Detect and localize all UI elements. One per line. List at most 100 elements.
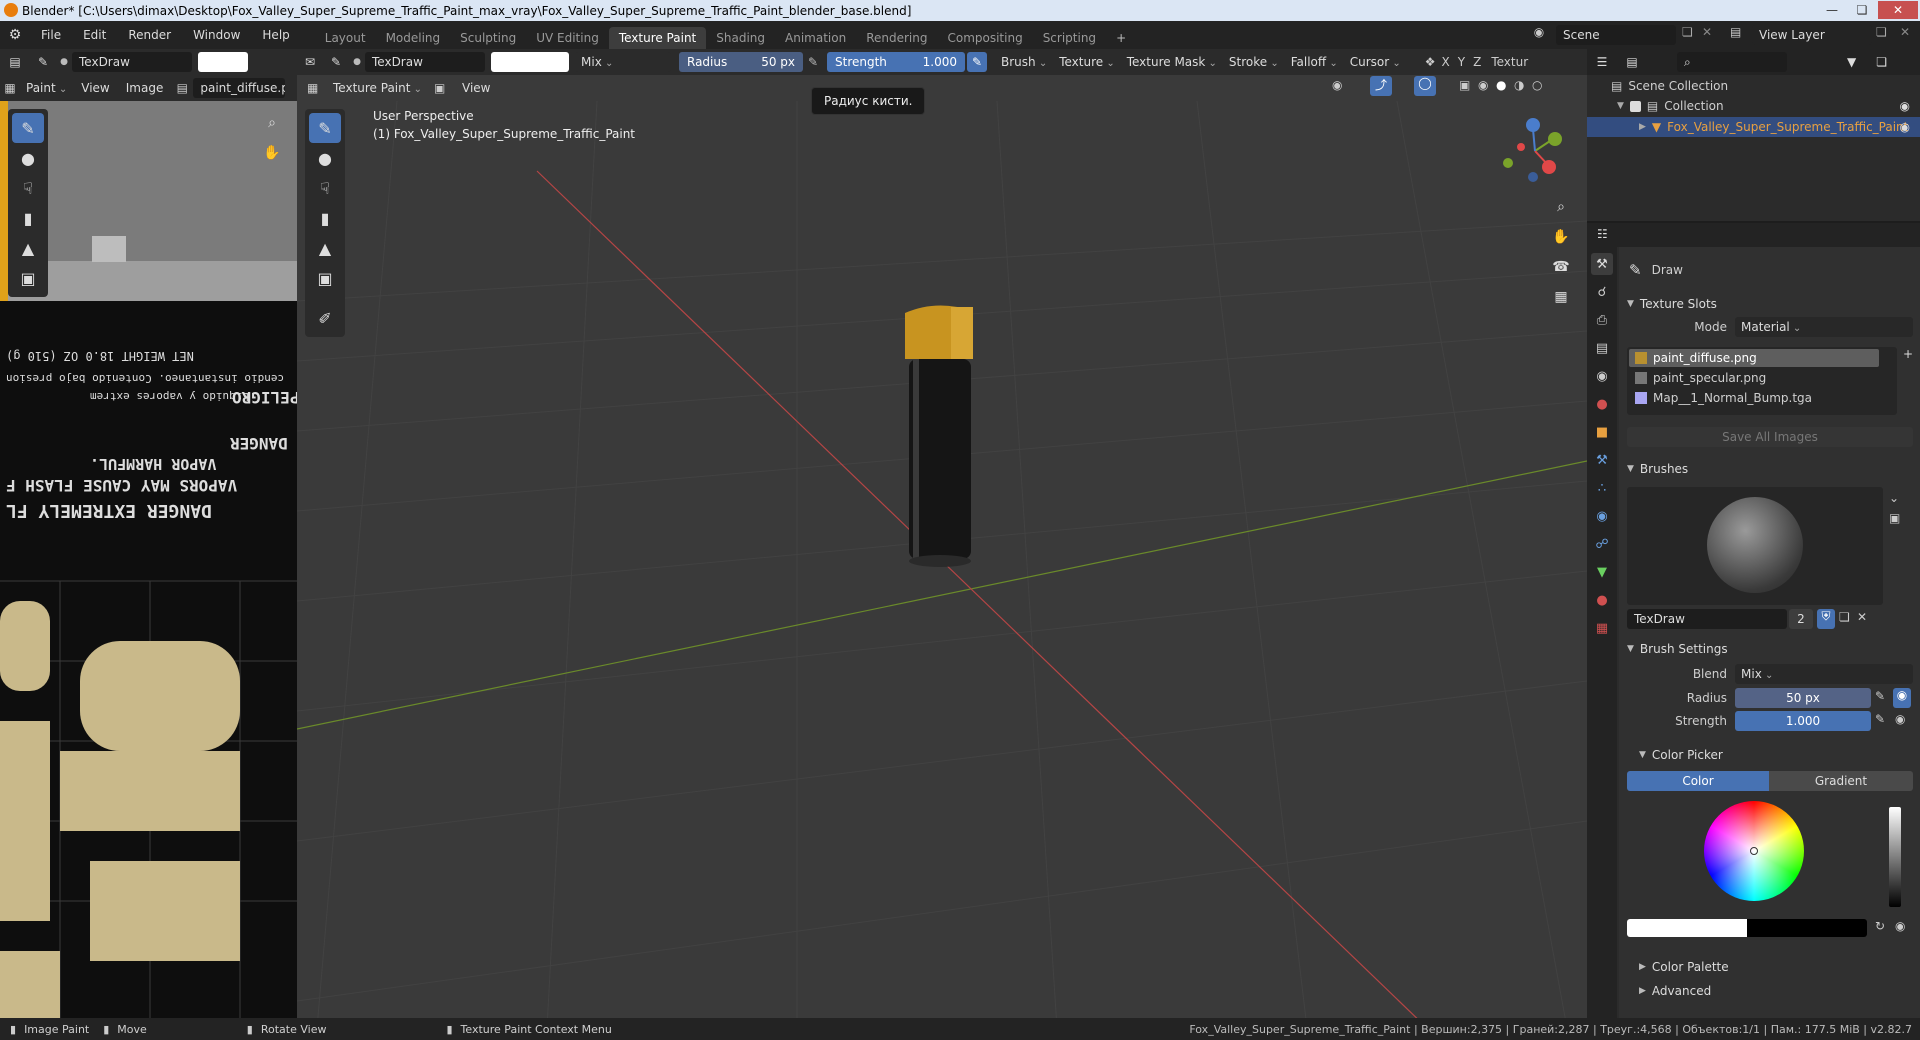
visibility-icon[interactable]: ◉ (1332, 78, 1342, 92)
brush-preview-box[interactable] (1627, 487, 1883, 605)
collapse-arrow-icon[interactable]: ▼ (1617, 101, 1624, 111)
editor-type-icon[interactable]: ▤ (0, 55, 30, 69)
unlink-brush-icon[interactable]: ✕ (1857, 610, 1867, 624)
color-picker-subpanel-header[interactable]: ▼ Color Picker (1631, 743, 1920, 767)
data-tab-icon[interactable]: ▼ (1591, 561, 1613, 583)
brush-color-swatch[interactable] (198, 52, 248, 72)
radius-unit-icon[interactable]: ◉ (1893, 688, 1911, 708)
gizmo-toggle-icon[interactable]: ⤴ (1370, 76, 1392, 96)
draw-brush-tool-icon[interactable]: ✎ (12, 113, 44, 143)
tab-scripting[interactable]: Scripting (1033, 27, 1106, 49)
value-slider[interactable] (1889, 807, 1901, 907)
axis-y-toggle[interactable]: Y (1458, 55, 1465, 69)
new-collection-icon[interactable]: ❏ (1876, 55, 1887, 69)
view-layer-tab-icon[interactable]: ▤ (1591, 337, 1613, 359)
close-window-button[interactable]: ✕ (1878, 1, 1918, 19)
slot-row-normal[interactable]: Map__1_Normal_Bump.tga (1629, 389, 1879, 407)
particles-tab-icon[interactable]: ∴ (1591, 477, 1613, 499)
image-menu-image[interactable]: Image (118, 74, 172, 102)
viewport-clone-tool-icon[interactable]: ▮ (309, 203, 341, 233)
wireframe-shading-icon[interactable]: ◉ (1478, 78, 1488, 92)
soften-tool-icon[interactable]: ● (12, 143, 44, 173)
face-mask-icon[interactable]: ▣ (434, 81, 454, 95)
viewport-fill-tool-icon[interactable]: ▲ (309, 233, 341, 263)
tab-compositing[interactable]: Compositing (937, 27, 1032, 49)
radius-pressure-icon[interactable]: ✎ (803, 55, 823, 69)
collection-visibility-eye-icon[interactable]: ◉ (1900, 99, 1910, 113)
color-wheel-cursor[interactable] (1750, 847, 1758, 855)
radius-pressure-pen-icon[interactable]: ✎ (1875, 689, 1885, 703)
brush-image-icon[interactable]: ▣ (1889, 511, 1900, 525)
outliner-row-collection[interactable]: ▼ ▤ Collection ◉ (1617, 99, 1920, 113)
tool-tab-icon[interactable]: ⚒ (1591, 253, 1613, 275)
unified-color-icon[interactable]: ◉ (1895, 919, 1905, 933)
clone-tool-icon[interactable]: ▮ (12, 203, 44, 233)
output-tab-icon[interactable]: ⎙ (1591, 309, 1613, 331)
properties-editor-icon[interactable]: ☷ (1597, 227, 1608, 241)
axis-z-toggle[interactable]: Z (1473, 55, 1481, 69)
advanced-subpanel-header[interactable]: ▶ Advanced (1631, 979, 1920, 1003)
outliner-display-mode-icon[interactable]: ▤ (1617, 55, 1647, 69)
view-layer-icon[interactable]: ▤ (1730, 25, 1741, 39)
menu-texture[interactable]: Texture (1053, 52, 1121, 72)
add-slot-icon[interactable]: + (1903, 347, 1913, 361)
brush-fake-user-icon[interactable]: ● (349, 57, 365, 67)
menu-help[interactable]: Help (251, 21, 300, 49)
color-palette-subpanel-header[interactable]: ▶ Color Palette (1631, 955, 1920, 979)
material-shading-icon[interactable]: ◑ (1514, 78, 1524, 92)
axis-x-toggle[interactable]: X (1442, 55, 1450, 69)
slot-row-specular[interactable]: paint_specular.png (1629, 369, 1879, 387)
fill-tool-icon[interactable]: ▲ (12, 233, 44, 263)
constraints-tab-icon[interactable]: ☍ (1591, 533, 1613, 555)
viewport-3d[interactable]: ✉ ✎ ● TexDraw Mix Radius 50 px ✎ Strengt… (297, 49, 1587, 1028)
texture-slots-panel-header[interactable]: ▼ Texture Slots (1619, 292, 1920, 316)
scene-field[interactable]: Scene (1556, 25, 1676, 45)
blend-mode-dropdown[interactable]: Mix (575, 52, 671, 72)
object-tab-icon[interactable]: ■ (1591, 421, 1613, 443)
modifier-tab-icon[interactable]: ⚒ (1591, 449, 1613, 471)
maximize-button[interactable]: ❏ (1848, 1, 1876, 19)
menu-file[interactable]: File (30, 21, 72, 49)
new-scene-icon[interactable]: ❏ (1682, 25, 1693, 39)
strength-slider[interactable]: Strength 1.000 (827, 52, 965, 72)
brushes-panel-header[interactable]: ▼ Brushes (1619, 457, 1920, 481)
strength-pressure-pen-icon[interactable]: ✎ (1875, 712, 1885, 726)
collection-checkbox[interactable] (1629, 100, 1641, 112)
texture-tab-icon[interactable]: ▦ (1591, 617, 1613, 639)
tab-color[interactable]: Color (1627, 771, 1769, 791)
menu-window[interactable]: Window (182, 21, 251, 49)
brush-name-datablock[interactable]: TexDraw (1627, 609, 1787, 629)
view-layer-field[interactable]: View Layer (1752, 25, 1872, 45)
material-tab-icon[interactable]: ● (1591, 589, 1613, 611)
menu-render[interactable]: Render (117, 21, 182, 49)
tab-layout[interactable]: Layout (315, 27, 376, 49)
tab-texture-paint[interactable]: Texture Paint (608, 27, 707, 49)
outliner-editor-icon[interactable]: ☰ (1587, 55, 1617, 69)
image-browse-icon[interactable]: ▤ (171, 81, 193, 95)
blend-dropdown[interactable]: Mix (1735, 664, 1913, 684)
radius-field[interactable]: 50 px (1735, 688, 1871, 708)
textur-label[interactable]: Textur (1491, 55, 1528, 69)
expand-arrow-icon[interactable]: ▶ (1639, 122, 1646, 132)
viewport-smear-tool-icon[interactable]: ☟ (309, 173, 341, 203)
menu-stroke[interactable]: Stroke (1223, 52, 1285, 72)
camera-view-icon[interactable]: ☎ (1549, 255, 1573, 279)
image-menu-view[interactable]: View (73, 74, 117, 102)
menu-edit[interactable]: Edit (72, 21, 117, 49)
viewport-soften-tool-icon[interactable]: ● (309, 143, 341, 173)
new-view-layer-icon[interactable]: ❏ (1876, 25, 1887, 39)
tab-gradient[interactable]: Gradient (1769, 771, 1913, 791)
fake-user-shield-icon[interactable]: ⛨ (1817, 609, 1835, 629)
smear-tool-icon[interactable]: ☟ (12, 173, 44, 203)
strength-field[interactable]: 1.000 (1735, 711, 1871, 731)
overlay-toggle-icon[interactable]: ◯ (1414, 76, 1436, 96)
navigation-gizmo[interactable] (1497, 111, 1573, 187)
menu-cursor[interactable]: Cursor (1344, 52, 1407, 72)
scene-tab-icon[interactable]: ◉ (1591, 365, 1613, 387)
image-name-field[interactable]: paint_diffuse.pr (193, 78, 286, 98)
tab-uv-editing[interactable]: UV Editing (526, 27, 609, 49)
menu-texture-mask[interactable]: Texture Mask (1121, 52, 1223, 72)
viewport-color-swatch[interactable] (491, 52, 569, 72)
mask-tool-icon[interactable]: ▣ (12, 263, 44, 293)
ortho-toggle-icon[interactable]: ▦ (1549, 285, 1573, 309)
